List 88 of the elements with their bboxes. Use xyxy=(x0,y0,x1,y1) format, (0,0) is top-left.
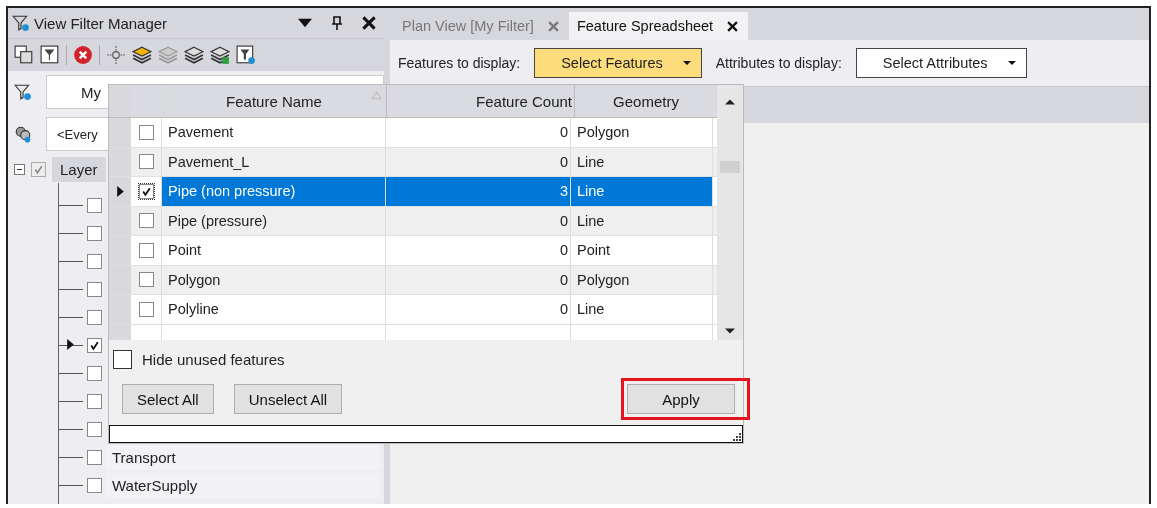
table-cell: 0 xyxy=(559,212,568,229)
table-cell: Line xyxy=(577,212,605,229)
checkbox[interactable] xyxy=(87,225,102,241)
checkbox[interactable] xyxy=(87,421,102,437)
checkbox[interactable] xyxy=(87,253,102,269)
layers-icon[interactable] xyxy=(184,45,204,65)
crosshair-icon[interactable] xyxy=(106,45,126,65)
attributes-label: Attributes to display: xyxy=(715,55,842,71)
table-cell: Point xyxy=(168,242,202,259)
features-dropdown[interactable]: Select Features xyxy=(534,48,702,78)
pin-icon[interactable] xyxy=(330,16,344,30)
attributes-dropdown[interactable]: Select Attributes xyxy=(855,48,1027,78)
table-cell: Polyline xyxy=(168,301,219,318)
feature-row[interactable]: Point 0 Point xyxy=(109,236,717,266)
table-cell: 0 xyxy=(559,124,568,141)
checkbox[interactable] xyxy=(138,242,154,258)
layer-name[interactable]: WaterSupply xyxy=(106,472,380,498)
delete-icon[interactable] xyxy=(73,45,93,65)
feature-row[interactable]: Pavement 0 Polygon xyxy=(109,118,717,148)
checkbox[interactable] xyxy=(87,197,102,213)
collapse-icon[interactable] xyxy=(14,163,25,175)
checkbox[interactable] xyxy=(138,213,154,229)
table-cell: Line xyxy=(577,301,605,318)
table-cell: 0 xyxy=(559,242,568,259)
checkbox[interactable] xyxy=(138,183,154,199)
checkbox[interactable] xyxy=(138,272,154,288)
feature-row[interactable]: Polyline 0 Line xyxy=(109,295,717,325)
sort-icon xyxy=(371,91,382,100)
caret-icon xyxy=(682,61,691,65)
table-cell: Line xyxy=(577,153,605,170)
filter-edit-icon[interactable] xyxy=(40,45,60,65)
button[interactable]: Apply xyxy=(627,384,735,414)
feature-row[interactable]: Pipe (pressure) 0 Line xyxy=(109,206,717,236)
caret-icon xyxy=(1007,61,1016,65)
table-cell: Polygon xyxy=(577,271,630,288)
tree-label[interactable]: Layer xyxy=(52,156,106,182)
close-icon[interactable] xyxy=(727,20,739,32)
scrollbar[interactable] xyxy=(717,85,743,340)
filter-icon xyxy=(14,83,32,101)
column-header[interactable]: Feature Count xyxy=(387,85,575,117)
features-label: Features to display: xyxy=(398,55,521,71)
table-cell: 3 xyxy=(559,183,568,200)
checkbox[interactable] xyxy=(113,350,132,369)
table-cell: Polygon xyxy=(577,124,630,141)
table-cell: 0 xyxy=(559,153,568,170)
checkbox[interactable] xyxy=(138,301,154,317)
filter-icon xyxy=(12,14,30,32)
checkbox[interactable] xyxy=(138,124,154,140)
feature-row[interactable]: Pipe (non pressure) 3 Line xyxy=(109,177,717,207)
column-header[interactable]: Feature Name xyxy=(162,85,387,117)
checkbox[interactable] xyxy=(87,337,102,353)
checkbox[interactable] xyxy=(87,281,102,297)
close-icon[interactable] xyxy=(362,16,376,30)
checkbox[interactable] xyxy=(87,393,102,409)
button[interactable]: Unselect All xyxy=(233,384,343,414)
checkbox[interactable] xyxy=(87,449,102,465)
checkbox[interactable] xyxy=(87,477,102,493)
copy-filter-icon[interactable] xyxy=(14,45,34,65)
button[interactable]: Select All xyxy=(122,384,214,414)
layers-add-icon[interactable] xyxy=(210,45,230,65)
panel-title: View Filter Manager xyxy=(34,14,169,32)
current-row-icon xyxy=(116,185,124,197)
table-cell: Pipe (pressure) xyxy=(168,212,268,229)
table-cell: Polygon xyxy=(168,271,221,288)
resize-grip-icon[interactable] xyxy=(733,433,741,441)
checkbox[interactable] xyxy=(31,161,46,177)
layer-name[interactable]: Transport xyxy=(106,444,380,470)
table-cell: Pavement xyxy=(168,124,234,141)
table-cell: 0 xyxy=(559,301,568,318)
table-cell: Point xyxy=(577,242,611,259)
checkbox[interactable] xyxy=(87,365,102,381)
dropdown-icon[interactable] xyxy=(298,16,312,30)
feature-row[interactable]: Polygon 0 Polygon xyxy=(109,265,717,295)
layers-icon[interactable] xyxy=(132,45,152,65)
table-cell: Line xyxy=(577,183,605,200)
current-row-icon xyxy=(67,338,74,350)
table-cell: Pavement_L xyxy=(168,153,250,170)
filter-settings-icon[interactable] xyxy=(236,45,256,65)
table-cell: 0 xyxy=(559,271,568,288)
checkbox[interactable] xyxy=(87,309,102,325)
checkbox[interactable] xyxy=(138,154,154,170)
scroll-down-icon[interactable] xyxy=(725,328,735,334)
checkbox-label[interactable]: Hide unused features xyxy=(142,351,285,368)
rings-icon xyxy=(14,125,32,143)
table-cell: Pipe (non pressure) xyxy=(168,183,296,200)
scroll-up-icon[interactable] xyxy=(725,99,735,105)
tab[interactable]: Feature Spreadsheet xyxy=(568,12,749,40)
feature-row[interactable]: Pavement_L 0 Line xyxy=(109,147,717,177)
